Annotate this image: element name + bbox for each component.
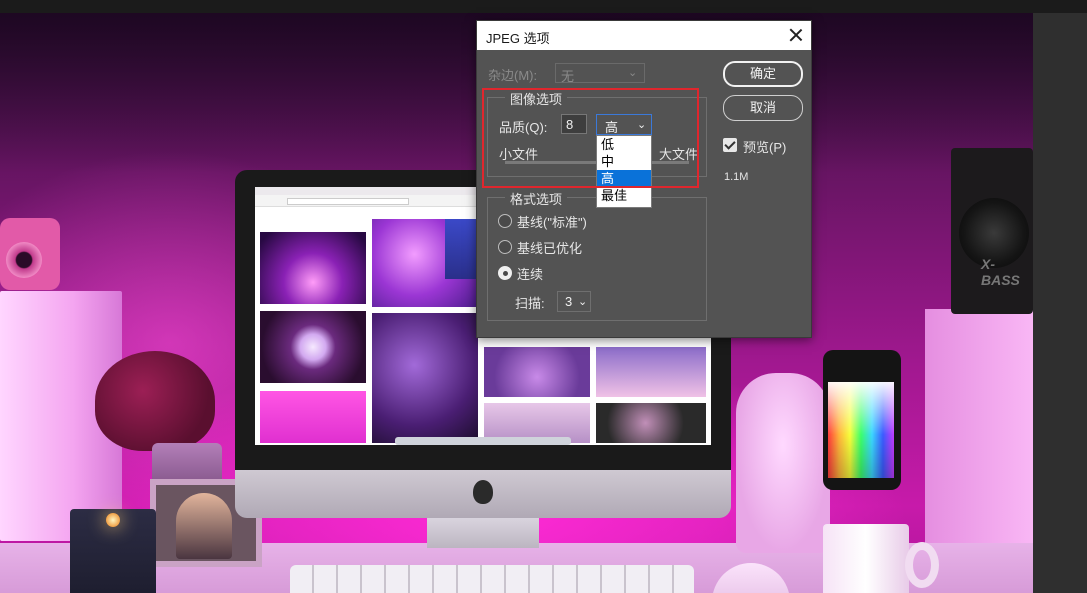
- gallery-tile: [445, 219, 478, 279]
- format-options-label: 格式选项: [505, 189, 568, 208]
- ok-button[interactable]: 确定: [723, 61, 803, 87]
- instant-camera: [0, 218, 60, 290]
- mug-handle: [905, 542, 939, 588]
- gallery-tile: [260, 391, 366, 443]
- app-right-panel: [1033, 13, 1087, 593]
- hand-sculpture: [736, 373, 830, 553]
- mug: [823, 524, 939, 593]
- gallery-tile: [372, 313, 478, 443]
- file-size: 1.1M: [724, 171, 749, 183]
- scans-select[interactable]: 3 ⌄: [557, 291, 591, 312]
- scans-value: 3: [565, 294, 573, 309]
- progressive-radio[interactable]: [498, 266, 512, 280]
- gallery-tile: [260, 311, 366, 383]
- gallery-tile: [596, 347, 706, 397]
- chevron-down-icon: ⌄: [578, 296, 588, 308]
- baseline-optimized-label: 基线已优化: [517, 241, 583, 256]
- color-picker-screen: [828, 382, 894, 478]
- dialog-title: JPEG 选项: [486, 31, 550, 46]
- baseline-standard-label: 基线("标准"): [517, 215, 587, 230]
- preview-checkbox[interactable]: [723, 138, 737, 152]
- close-icon[interactable]: [787, 26, 805, 44]
- smartphone: [823, 350, 901, 490]
- progressive-label: 连续: [517, 267, 544, 282]
- preview-label: 预览(P): [743, 140, 787, 155]
- baseline-optimized-radio[interactable]: [498, 240, 512, 254]
- chevron-down-icon: ⌄: [628, 67, 638, 79]
- gallery-tile: [260, 232, 366, 304]
- candle: [70, 509, 156, 593]
- scans-label: 扫描:: [515, 296, 545, 311]
- imac-stand: [427, 518, 539, 548]
- gallery-tile: [484, 347, 590, 397]
- framed-people: [176, 493, 232, 559]
- baseline-standard-radio[interactable]: [498, 214, 512, 228]
- right-cube: [925, 309, 1033, 559]
- app-top-strip: [0, 0, 1087, 13]
- dialog-titlebar[interactable]: JPEG 选项: [477, 21, 811, 50]
- annotation-highlight-box: [482, 88, 699, 188]
- imac-chin: [235, 470, 731, 518]
- candle-flame: [106, 513, 120, 527]
- apple-logo-icon: [473, 480, 493, 504]
- matte-label: 杂边(M):: [488, 68, 538, 83]
- screen-dock: [395, 437, 571, 445]
- speaker-brand: X-BASS: [981, 256, 1020, 288]
- camera-lens: [6, 242, 42, 278]
- matte-value: 无: [561, 69, 575, 84]
- gallery-tile: [596, 403, 706, 443]
- flowers: [95, 351, 215, 451]
- quality-option-max[interactable]: 最佳: [597, 187, 651, 204]
- keyboard: [290, 565, 694, 593]
- matte-select[interactable]: 无 ⌄: [555, 63, 645, 84]
- cancel-button[interactable]: 取消: [723, 95, 803, 121]
- speaker: X-BASS: [951, 148, 1033, 314]
- screen-search: [287, 198, 409, 205]
